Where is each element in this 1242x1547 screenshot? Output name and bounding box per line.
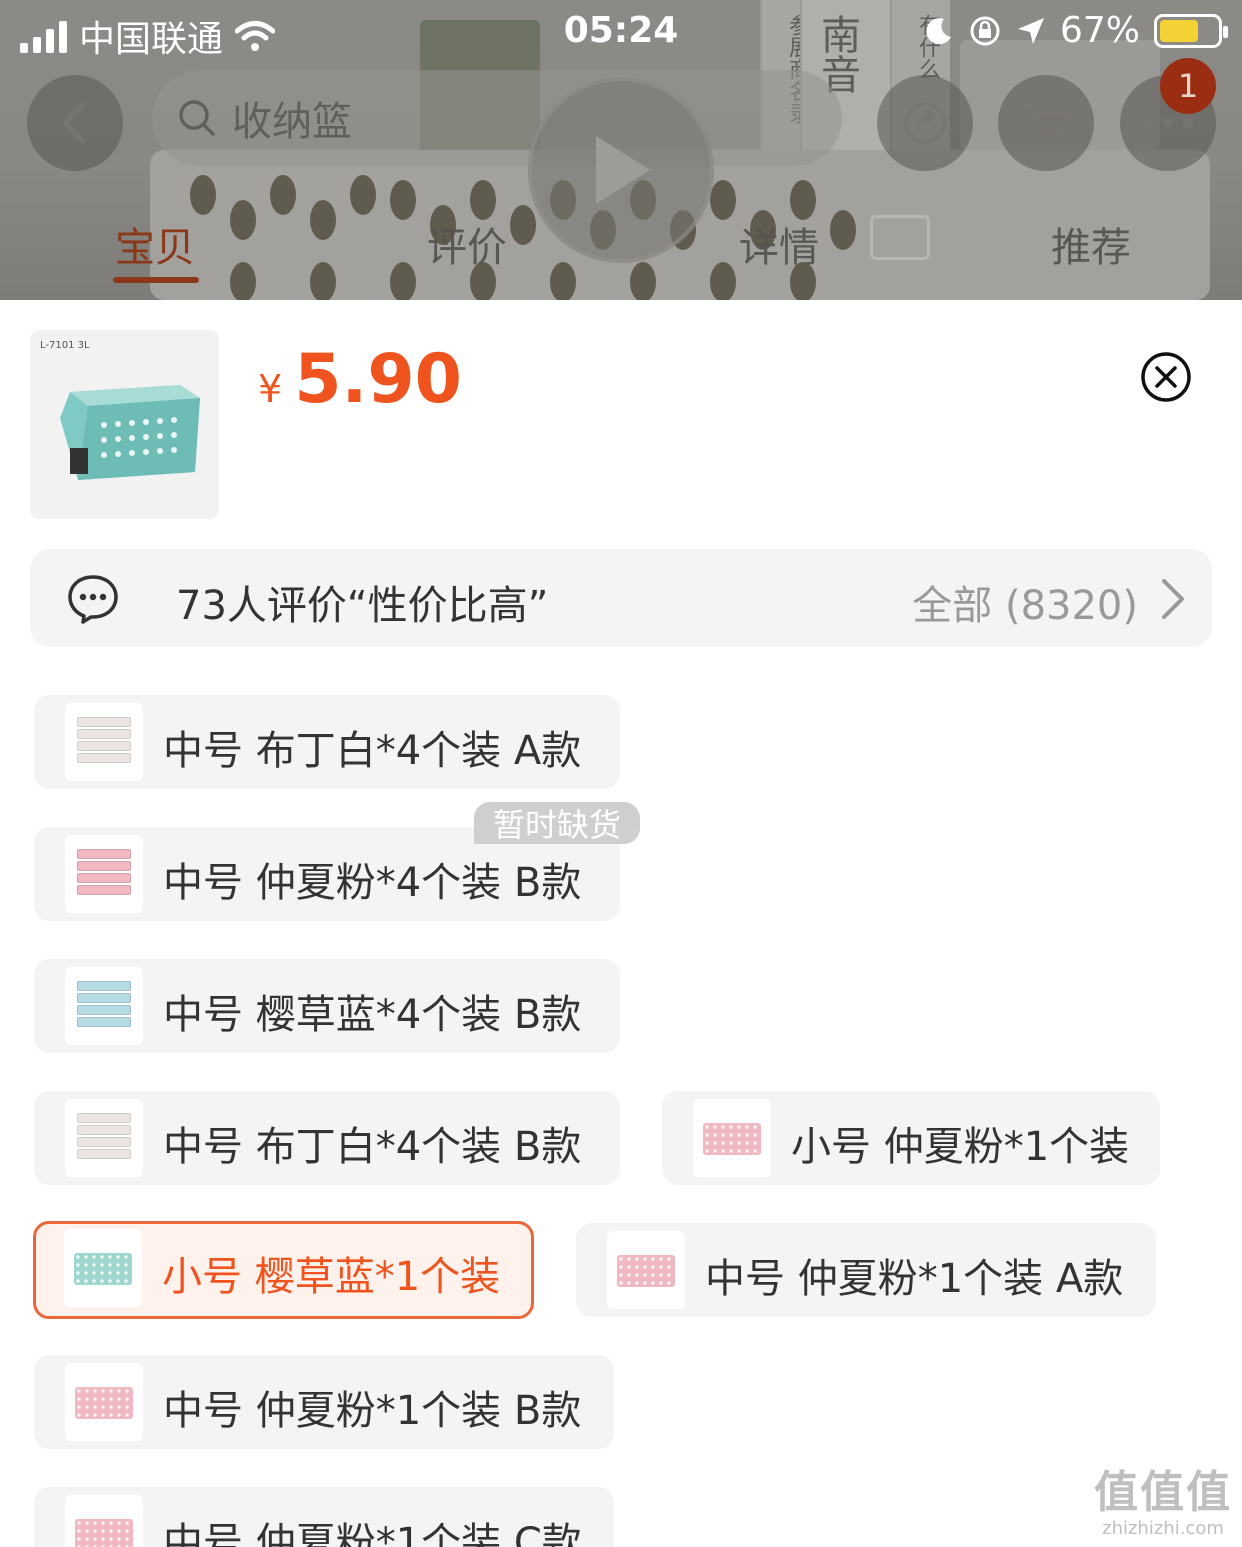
sku-option[interactable]: 中号 仲夏粉*1个装 B款 [34, 1355, 614, 1449]
sku-option[interactable]: 中号 仲夏粉*1个装 A款 [576, 1223, 1156, 1317]
cart-button[interactable] [998, 75, 1094, 171]
sku-label: 中号 仲夏粉*1个装 B款 [163, 1388, 582, 1434]
sku-label: 中号 仲夏粉*4个装 B款 [163, 860, 582, 906]
basket-layer [77, 885, 131, 895]
sku-option[interactable]: 中号 布丁白*4个装 A款 [34, 695, 620, 789]
review-highlight: 73人评价“性价比高” [176, 583, 549, 629]
basket-image [60, 385, 200, 480]
sku-thumbnail [607, 1231, 685, 1309]
more-icon [1143, 118, 1193, 128]
basket-layer [77, 1137, 131, 1147]
orientation-lock-icon [970, 16, 1000, 45]
stacked-baskets-image [65, 703, 143, 781]
sku-label: 中号 仲夏粉*1个装 C款 [163, 1520, 582, 1547]
sku-thumbnail [65, 1099, 143, 1177]
sku-label: 中号 布丁白*4个装 B款 [163, 1124, 582, 1170]
chevron-left-icon [62, 101, 86, 145]
sku-thumbnail [65, 835, 143, 913]
sku-label: 中号 仲夏粉*1个装 A款 [705, 1256, 1124, 1302]
back-button[interactable] [27, 75, 123, 171]
close-icon[interactable] [1140, 351, 1192, 403]
location-icon [1017, 17, 1044, 44]
search-icon [179, 100, 215, 136]
sku-option-selected[interactable]: 小号 樱草蓝*1个装 [33, 1221, 534, 1319]
comment-icon [68, 575, 118, 624]
status-bar: 中国联通 05:24 67% [0, 0, 1242, 64]
sku-thumbnail [65, 703, 143, 781]
sku-option[interactable]: 小号 仲夏粉*1个装 [662, 1091, 1160, 1185]
sku-option[interactable]: 中号 樱草蓝*4个装 B款 [34, 959, 620, 1053]
single-basket-image [75, 1387, 133, 1419]
cart-badge: 1 [1160, 58, 1216, 114]
basket-layer [77, 1017, 131, 1027]
tab-details[interactable]: 详情 [739, 215, 819, 273]
basket-layer [77, 849, 131, 859]
basket-layer [77, 861, 131, 871]
all-reviews-link[interactable]: 全部 (8320) [912, 573, 1138, 631]
search-placeholder: 收纳篮 [232, 99, 352, 145]
basket-layer [77, 1125, 131, 1135]
active-tab-indicator [113, 277, 199, 283]
battery-percent: 67% [1059, 10, 1140, 51]
sku-thumbnail [693, 1099, 771, 1177]
basket-layer [77, 729, 131, 739]
battery-icon [1154, 13, 1228, 48]
sku-option[interactable]: 中号 布丁白*4个装 B款 [34, 1091, 620, 1185]
basket-layer [77, 993, 131, 1003]
detail-tabs: 宝贝 评价 详情 推荐 [0, 215, 1242, 285]
review-summary-bar[interactable]: 73人评价“性价比高” 全部 (8320) [30, 549, 1212, 647]
basket-layer [77, 873, 131, 883]
sku-selector-sheet: L-7101 3L ¥ 5.90 73人评价“性价比高” 全部 (8320) 中… [0, 300, 1242, 1547]
basket-layer [77, 1149, 131, 1159]
tab-item[interactable]: 宝贝 [115, 215, 195, 273]
sku-thumbnail [65, 1363, 143, 1441]
sku-label: 中号 樱草蓝*4个装 B款 [163, 992, 582, 1038]
moon-icon [926, 17, 951, 44]
tab-reviews[interactable]: 评价 [427, 215, 507, 273]
sku-label: 小号 樱草蓝*1个装 [162, 1254, 501, 1300]
currency-symbol: ¥ [258, 367, 283, 411]
sku-label: 小号 仲夏粉*1个装 [791, 1124, 1130, 1170]
sku-thumbnail [65, 1495, 143, 1547]
product-price: ¥ 5.90 [258, 340, 462, 419]
tab-recommend[interactable]: 推荐 [1051, 215, 1131, 273]
basket-layer [77, 741, 131, 751]
stacked-baskets-image [65, 1099, 143, 1177]
stacked-baskets-image [65, 835, 143, 913]
basket-layer [77, 1005, 131, 1015]
single-basket-image [703, 1123, 761, 1155]
chevron-right-icon [1162, 579, 1184, 619]
single-basket-image [617, 1255, 675, 1287]
basket-layer [77, 981, 131, 991]
search-input[interactable]: 收纳篮 [152, 70, 842, 166]
share-icon [904, 102, 946, 144]
stacked-baskets-image [65, 967, 143, 1045]
sku-thumbnail [64, 1229, 142, 1307]
sku-thumbnail [65, 967, 143, 1045]
share-button[interactable] [877, 75, 973, 171]
cart-icon [1024, 104, 1069, 144]
sku-label: 中号 布丁白*4个装 A款 [163, 728, 582, 774]
sku-option[interactable]: 中号 仲夏粉*1个装 C款 [34, 1487, 614, 1547]
out-of-stock-tag: 暂时缺货 [474, 802, 640, 844]
watermark: 值值值 zhizhizhi.com [1094, 1467, 1232, 1540]
basket-layer [77, 717, 131, 727]
single-basket-image [74, 1253, 132, 1285]
single-basket-image [75, 1519, 133, 1547]
product-thumbnail[interactable]: L-7101 3L [30, 330, 219, 519]
basket-layer [77, 1113, 131, 1123]
basket-layer [77, 753, 131, 763]
price-value: 5.90 [294, 340, 462, 419]
play-icon [596, 136, 650, 204]
